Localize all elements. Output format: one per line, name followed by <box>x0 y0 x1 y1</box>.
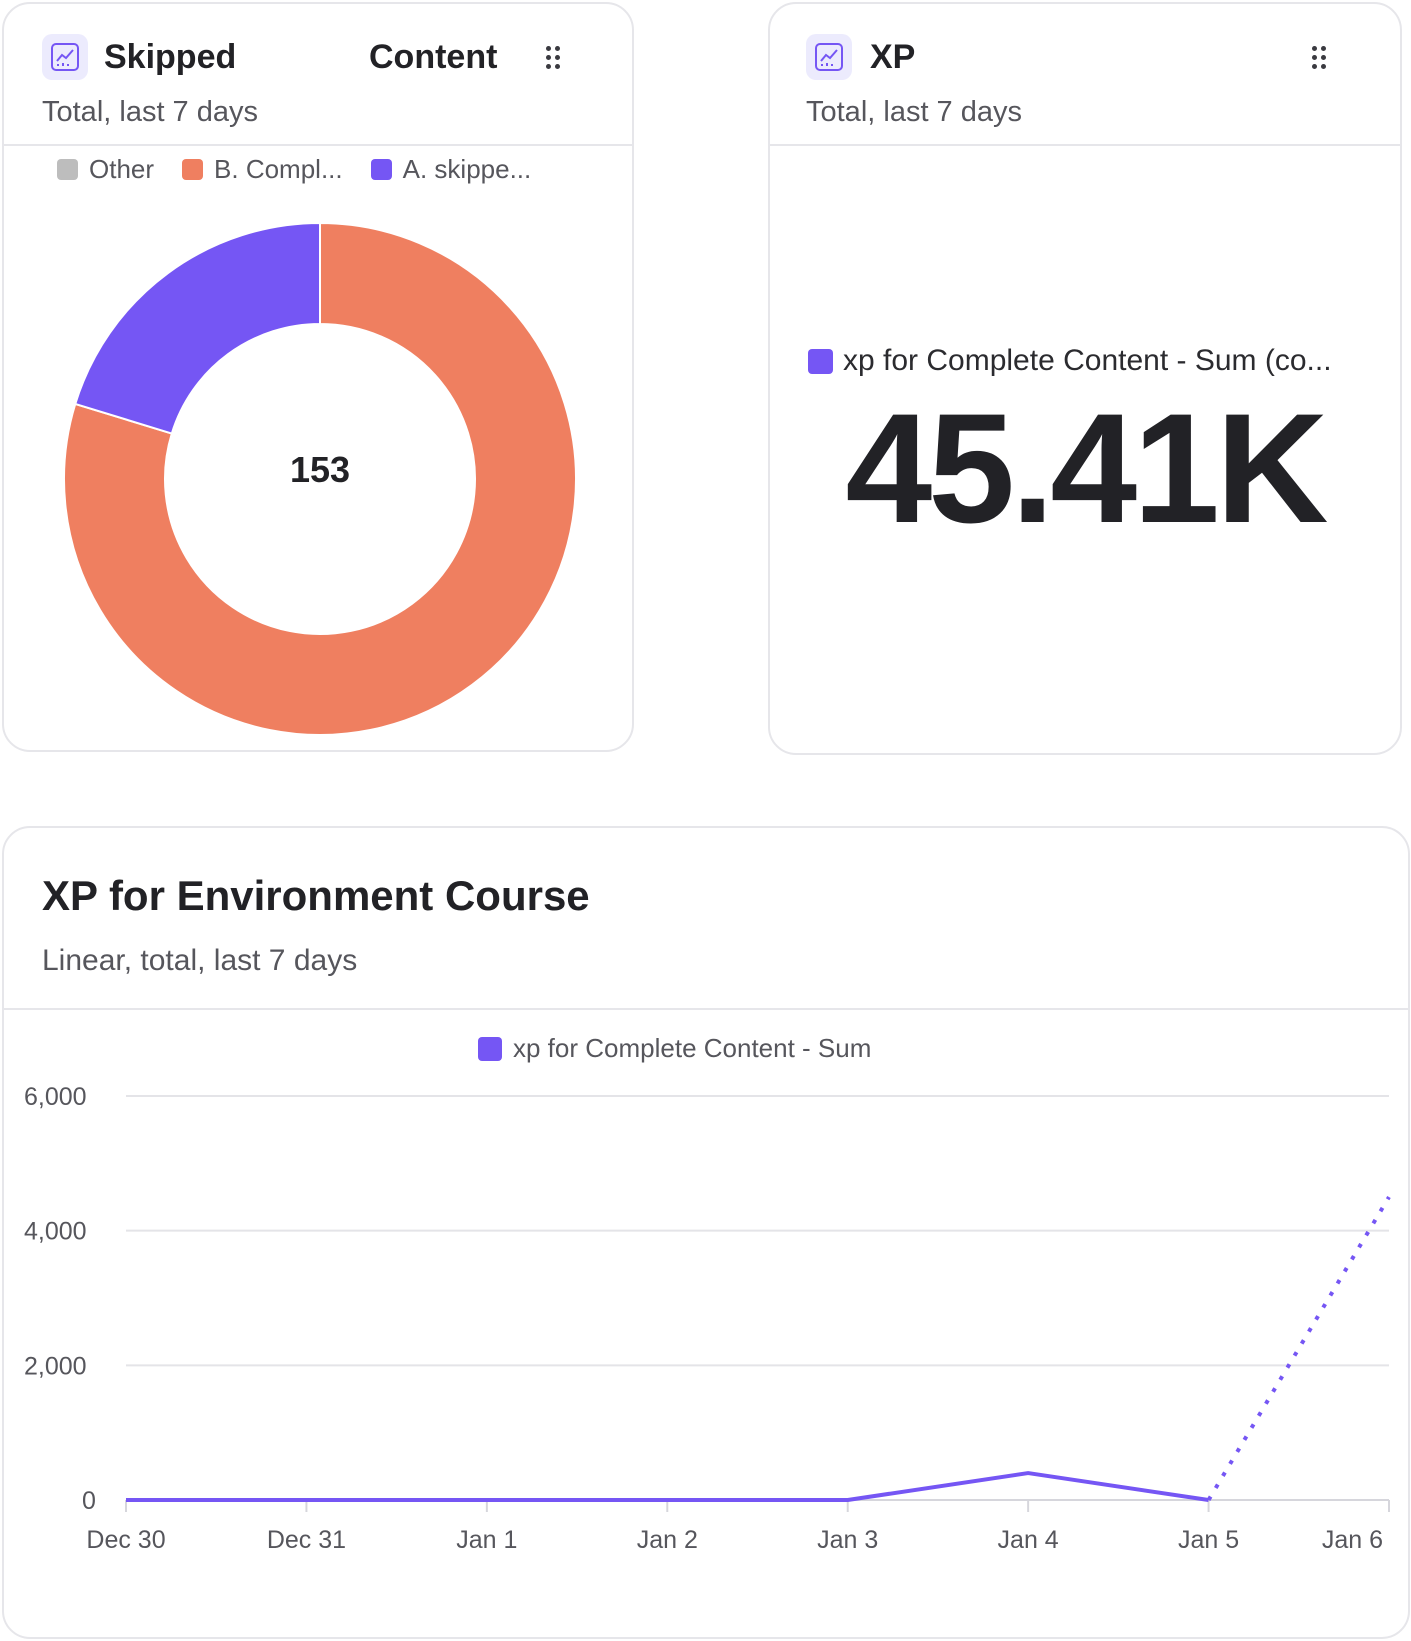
drag-handle-icon[interactable] <box>1310 46 1330 76</box>
legend-item-completed[interactable]: B. Compl... <box>182 154 343 185</box>
y-tick-label: 4,000 <box>24 1218 87 1246</box>
line-chart-icon <box>806 34 852 80</box>
x-tick-label: Dec 30 <box>86 1526 165 1554</box>
card-title: XP <box>870 38 916 76</box>
drag-handle-icon[interactable] <box>544 46 564 76</box>
legend-swatch <box>182 159 204 180</box>
x-tick-label: Jan 4 <box>998 1526 1059 1554</box>
donut-center-value: 153 <box>290 449 350 490</box>
x-tick-label: Jan 1 <box>456 1526 517 1554</box>
y-tick-label: 2,000 <box>24 1352 87 1380</box>
donut-chart: 153 <box>63 221 577 736</box>
card-header: XP Total, last 7 days <box>770 4 1400 146</box>
donut-legend: Other B. Compl... A. skippe... <box>57 154 559 185</box>
donut-slice-a-skippe[interactable] <box>74 221 321 435</box>
legend-swatch <box>370 159 392 180</box>
y-tick-label: 0 <box>82 1487 96 1515</box>
series-line[interactable] <box>126 1471 1209 1502</box>
series-line-partial[interactable] <box>1206 1195 1391 1502</box>
card-subtitle: Total, last 7 days <box>806 96 1022 128</box>
environment-course-card: XP for Environment Course Linear, total,… <box>2 826 1410 1639</box>
x-tick-label: Jan 2 <box>637 1526 698 1554</box>
metric-label: xp for Complete Content - Sum (co... <box>808 344 1332 378</box>
card-title-right: Content <box>369 38 498 76</box>
skipped-content-card: Skipped Content Total, last 7 days Other… <box>2 2 634 752</box>
legend-item-skipped[interactable]: A. skippe... <box>370 154 532 185</box>
metric-label-text: xp for Complete Content - Sum (co... <box>843 344 1332 377</box>
line-chart-icon <box>42 34 88 80</box>
line-chart: 0 2,000 4,000 6,000 Dec 30 Dec 31 Jan 1 Jan 2 Ja… <box>24 1083 1391 1554</box>
xp-card: XP Total, last 7 days xp for Complete Co… <box>768 2 1402 755</box>
x-tick-label: Jan 5 <box>1178 1526 1239 1554</box>
legend-label: B. Compl... <box>214 154 343 184</box>
legend-swatch <box>57 159 78 180</box>
x-tick-label: Jan 6 <box>1322 1526 1383 1554</box>
card-header: Skipped Content Total, last 7 days <box>4 4 632 146</box>
legend-label: Other <box>89 154 155 184</box>
xp-total-value: 45.41K <box>845 382 1328 556</box>
y-tick-label: 6,000 <box>24 1083 87 1111</box>
legend-item-other[interactable]: Other <box>57 154 154 185</box>
metric-swatch <box>808 348 833 374</box>
legend-label: A. skippe... <box>402 154 532 184</box>
x-tick-label: Dec 31 <box>267 1526 346 1554</box>
card-title-left: Skipped <box>104 38 237 76</box>
card-subtitle: Total, last 7 days <box>42 96 258 128</box>
x-tick-label: Jan 3 <box>817 1526 878 1554</box>
